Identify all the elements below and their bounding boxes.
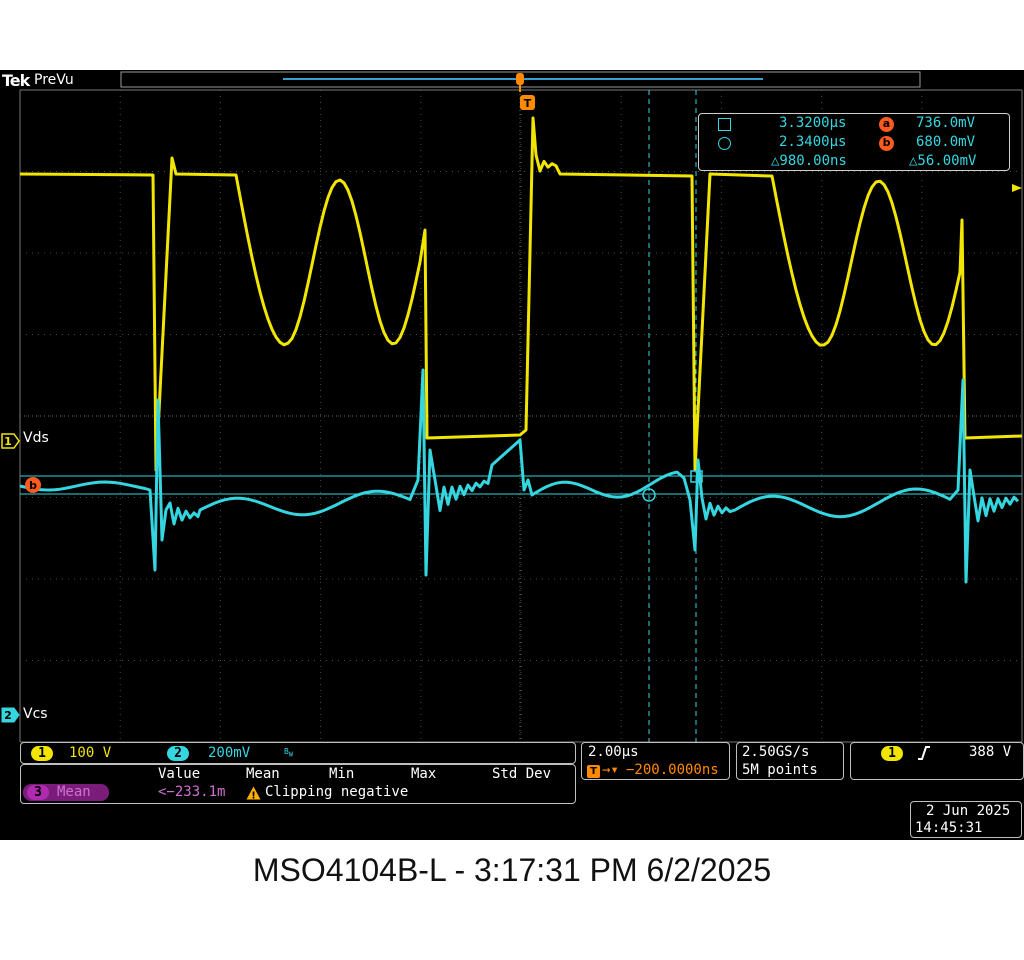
- cursor-a-time: 3.3200µs: [779, 115, 847, 131]
- trigger-panel[interactable]: 1 388 V: [850, 742, 1024, 780]
- meas-header-min: Min: [329, 766, 355, 782]
- cursor-b-value: 680.0mV: [916, 134, 976, 150]
- record-length: 5M points: [742, 762, 818, 778]
- timebase-scale: 2.00µs: [588, 744, 639, 760]
- meas-header-stddev: Std Dev: [492, 766, 552, 782]
- bandwidth-limit-icon: BW: [284, 747, 293, 759]
- acquisition-mode: PreVu: [34, 72, 74, 88]
- timebase-panel[interactable]: 2.00µs T →▾ −200.0000ns: [581, 742, 730, 780]
- acquisition-panel[interactable]: 2.50GS/s 5M points: [736, 742, 844, 780]
- math-chip: 3: [27, 785, 49, 800]
- clock-date: 2 Jun 2025: [926, 803, 1011, 819]
- ch2-scale[interactable]: 200mV: [208, 745, 250, 761]
- cursor-delta-value: △56.00mV: [909, 153, 977, 169]
- rising-edge-icon: [918, 746, 930, 760]
- oscilloscope-screen: T 1 2 b Tek PreVu Vds Vcs 3.3200µs 2.340…: [0, 70, 1024, 840]
- svg-text:b: b: [29, 479, 37, 492]
- cursor-a-marker: a: [879, 117, 894, 132]
- meas-value: <−233.1m: [158, 784, 226, 800]
- brand-logo: Tek: [2, 71, 30, 90]
- svg-text:!: !: [251, 791, 256, 801]
- ch1-ground-marker[interactable]: 1: [1, 433, 20, 449]
- clock-time: 14:45:31: [915, 820, 983, 836]
- warning-icon: !: [246, 786, 261, 800]
- screenshot-caption: MSO4104B-L - 3:17:31 PM 6/2/2025: [252, 852, 772, 888]
- meas-header-mean: Mean: [246, 766, 280, 782]
- trigger-position-marker[interactable]: [516, 73, 524, 92]
- meas-header-value: Value: [158, 766, 201, 782]
- svg-text:2: 2: [4, 709, 12, 722]
- ch1-scale[interactable]: 100 V: [69, 745, 111, 761]
- cursor-readout-panel[interactable]: 3.3200µs 2.3400µs △980.00ns a b 736.0mV …: [698, 113, 1010, 171]
- ch2-label: Vcs: [23, 706, 48, 722]
- cursor-a-value: 736.0mV: [916, 115, 976, 131]
- ch1-label: Vds: [23, 430, 49, 446]
- waveform-display: T 1 2 b: [1, 71, 1023, 743]
- square-cursor-icon: [718, 118, 731, 131]
- trigger-level: 388 V: [969, 744, 1012, 760]
- meas-warning: Clipping negative: [265, 784, 409, 800]
- clock-panel: 2 Jun 2025 14:45:31: [910, 801, 1022, 838]
- ch2-chip[interactable]: 2: [167, 746, 189, 761]
- channel-scale-bar: 1 100 V 2 200mV BW: [20, 742, 576, 764]
- trigger-arrow: →▾: [602, 762, 619, 778]
- ch1-chip[interactable]: 1: [31, 746, 53, 761]
- trigger-source-chip: 1: [881, 746, 903, 761]
- trigger-marker[interactable]: T: [520, 95, 535, 110]
- svg-text:1: 1: [4, 435, 12, 448]
- cursor-b-marker[interactable]: b: [25, 477, 41, 493]
- meas-header-max: Max: [411, 766, 437, 782]
- trigger-position-icon: T: [587, 765, 600, 778]
- ch2-ground-marker[interactable]: 2: [1, 707, 20, 723]
- sample-rate: 2.50GS/s: [742, 744, 810, 760]
- measurement-panel[interactable]: Value Mean Min Max Std Dev 3 Mean <−233.…: [20, 764, 576, 804]
- meas-name: Mean: [57, 784, 91, 800]
- circle-cursor-icon: [718, 137, 731, 150]
- svg-text:T: T: [524, 97, 532, 110]
- cursor-b-marker-readout: b: [879, 136, 894, 151]
- cursor-b-time: 2.3400µs: [779, 134, 847, 150]
- cursor-delta-time: △980.00ns: [771, 153, 847, 169]
- trigger-level-arrow[interactable]: [1012, 184, 1022, 192]
- timebase-delay: −200.0000ns: [626, 762, 719, 778]
